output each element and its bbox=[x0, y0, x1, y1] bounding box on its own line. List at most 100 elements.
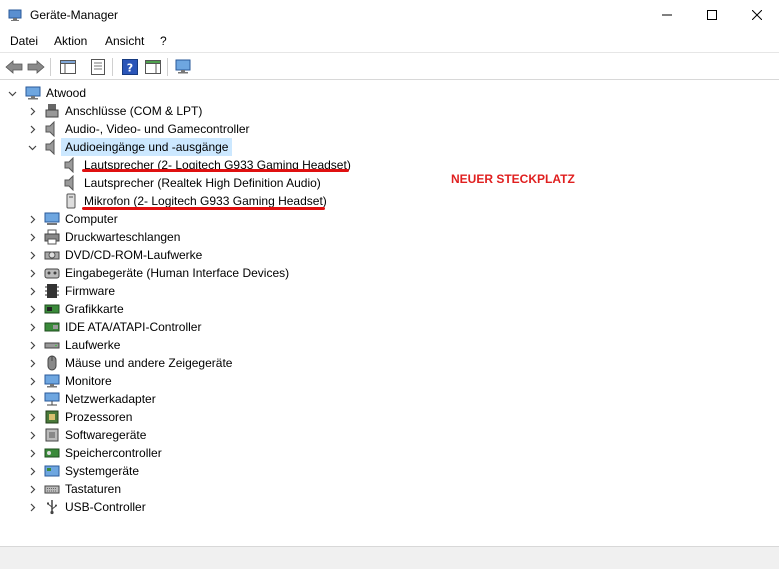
chevron-right-icon[interactable] bbox=[27, 318, 37, 336]
chevron-right-icon[interactable] bbox=[27, 498, 37, 516]
tree-item-label: Systemgeräte bbox=[65, 464, 140, 478]
chevron-right-icon[interactable] bbox=[27, 246, 37, 264]
microphone-icon bbox=[66, 193, 76, 209]
svg-text:?: ? bbox=[127, 62, 133, 75]
tree-item-label: DVD/CD-ROM-Laufwerke bbox=[65, 248, 203, 262]
help-icon: ? bbox=[122, 59, 138, 75]
graphics-card-icon bbox=[44, 304, 60, 314]
title-bar: Geräte-Manager bbox=[0, 0, 779, 30]
chevron-right-icon[interactable] bbox=[27, 102, 37, 120]
disk-drive-icon bbox=[44, 342, 60, 349]
tree-item-label: Mäuse und andere Zeigegeräte bbox=[65, 356, 233, 370]
device-tree: Atwood Anschlüsse (COM & LPT) Audio-, Vi… bbox=[0, 81, 779, 546]
red-underline-annotation bbox=[82, 169, 349, 172]
monitor-scan-icon bbox=[175, 59, 191, 74]
speaker-icon bbox=[45, 139, 55, 155]
tree-item-label: Eingabegeräte (Human Interface Devices) bbox=[65, 266, 290, 280]
system-device-icon bbox=[44, 465, 60, 477]
forward-button[interactable] bbox=[26, 57, 46, 77]
hid-icon bbox=[44, 268, 60, 279]
tree-root-label: Atwood bbox=[46, 86, 87, 100]
close-button[interactable] bbox=[734, 0, 779, 30]
properties-button[interactable] bbox=[88, 57, 108, 77]
tree-item-label: Prozessoren bbox=[65, 410, 133, 424]
chevron-right-icon[interactable] bbox=[27, 282, 37, 300]
chevron-right-icon[interactable] bbox=[27, 120, 37, 138]
menu-ansicht[interactable]: Ansicht bbox=[105, 34, 144, 48]
speaker-icon bbox=[64, 157, 74, 173]
maximize-icon bbox=[707, 10, 717, 20]
dvd-drive-icon bbox=[44, 251, 60, 260]
mouse-icon bbox=[47, 355, 57, 371]
minimize-button[interactable] bbox=[644, 0, 690, 30]
console-tree-icon bbox=[60, 60, 76, 74]
network-adapter-icon bbox=[44, 392, 60, 406]
tree-item-label: Firmware bbox=[65, 284, 115, 298]
arrow-left-icon bbox=[5, 60, 23, 74]
chevron-right-icon[interactable] bbox=[27, 354, 37, 372]
menu-datei[interactable]: Datei bbox=[10, 34, 38, 48]
toolbar-separator bbox=[167, 58, 168, 76]
computer-icon bbox=[44, 212, 60, 225]
tree-item-label: USB-Controller bbox=[65, 500, 146, 514]
tree-item-label: Speichercontroller bbox=[65, 446, 162, 460]
chevron-right-icon[interactable] bbox=[27, 390, 37, 408]
back-button[interactable] bbox=[4, 57, 24, 77]
menu-bar: Datei Aktion Ansicht ? bbox=[0, 30, 779, 52]
chevron-right-icon[interactable] bbox=[27, 228, 37, 246]
chevron-right-icon[interactable] bbox=[27, 264, 37, 282]
printer-icon bbox=[44, 229, 60, 245]
maximize-button[interactable] bbox=[689, 0, 735, 30]
menu-aktion[interactable]: Aktion bbox=[54, 34, 87, 48]
tree-item-label: Audio-, Video- und Gamecontroller bbox=[65, 122, 250, 136]
chevron-right-icon[interactable] bbox=[27, 426, 37, 444]
chevron-down-icon[interactable] bbox=[27, 138, 37, 156]
firmware-chip-icon bbox=[45, 284, 59, 298]
chevron-down-icon[interactable] bbox=[7, 84, 17, 102]
chevron-right-icon[interactable] bbox=[27, 210, 37, 228]
chevron-right-icon[interactable] bbox=[27, 480, 37, 498]
monitor-icon bbox=[44, 374, 60, 388]
help-button[interactable]: ? bbox=[120, 57, 140, 77]
show-hide-console-tree-button[interactable] bbox=[58, 57, 78, 77]
tree-item-label: IDE ATA/ATAPI-Controller bbox=[65, 320, 202, 334]
close-icon bbox=[752, 10, 762, 20]
chevron-right-icon[interactable] bbox=[27, 462, 37, 480]
chevron-right-icon[interactable] bbox=[27, 300, 37, 318]
properties-icon bbox=[91, 59, 105, 75]
chevron-right-icon[interactable] bbox=[27, 444, 37, 462]
tree-item-label: Grafikkarte bbox=[65, 302, 124, 316]
toolbar: ? bbox=[0, 52, 779, 80]
storage-controller-icon bbox=[44, 448, 60, 458]
tree-item-label: Computer bbox=[65, 212, 118, 226]
minimize-icon bbox=[662, 14, 672, 16]
status-bar bbox=[0, 546, 779, 569]
processor-icon bbox=[45, 410, 59, 424]
window-title: Geräte-Manager bbox=[30, 8, 119, 22]
tree-item-label: Netzwerkadapter bbox=[65, 392, 156, 406]
menu-help[interactable]: ? bbox=[160, 34, 167, 48]
annotation-new-slot: NEUER STECKPLATZ bbox=[451, 172, 575, 186]
tree-item-label: Druckwarteschlangen bbox=[65, 230, 181, 244]
speaker-icon bbox=[45, 121, 55, 137]
tree-item-label: Softwaregeräte bbox=[65, 428, 147, 442]
toolbar-separator bbox=[112, 58, 113, 76]
tree-child-label: Lautsprecher (Realtek High Definition Au… bbox=[84, 176, 321, 190]
device-manager-icon bbox=[8, 9, 22, 21]
scan-hardware-button[interactable] bbox=[174, 57, 194, 77]
keyboard-icon bbox=[44, 485, 60, 494]
view-pane-icon bbox=[145, 60, 161, 74]
speaker-icon bbox=[64, 175, 74, 191]
computer-icon bbox=[25, 86, 41, 100]
action-view-button[interactable] bbox=[143, 57, 163, 77]
chevron-right-icon[interactable] bbox=[27, 372, 37, 390]
tree-item-label-selected: Audioeingänge und -ausgänge bbox=[61, 138, 233, 156]
tree-item-label: Monitore bbox=[65, 374, 112, 388]
port-icon bbox=[45, 104, 59, 118]
usb-icon bbox=[47, 500, 57, 515]
chevron-right-icon[interactable] bbox=[27, 336, 37, 354]
chevron-right-icon[interactable] bbox=[27, 408, 37, 426]
toolbar-separator bbox=[50, 58, 51, 76]
arrow-right-icon bbox=[27, 60, 45, 74]
tree-item-label: Anschlüsse (COM & LPT) bbox=[65, 104, 203, 118]
